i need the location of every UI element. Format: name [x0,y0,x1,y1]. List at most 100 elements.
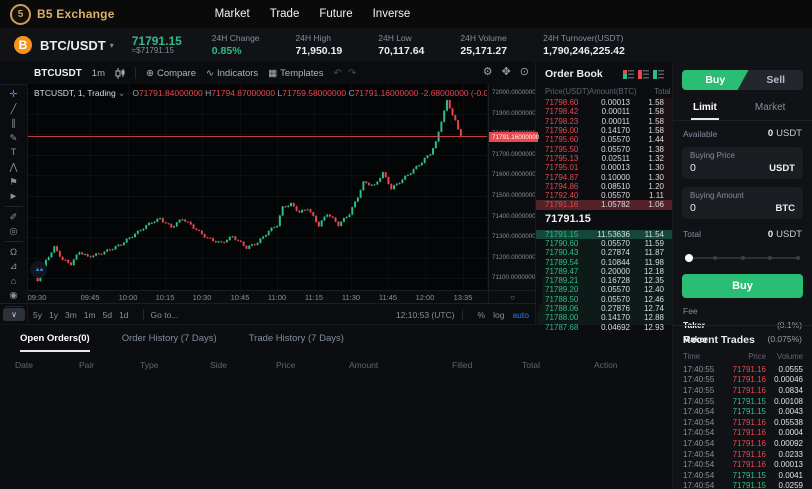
lock-tool-icon[interactable]: ⌂ [4,275,24,289]
slider-dot[interactable] [796,256,800,260]
orderbook-bid-row[interactable]: 71789.540.1084411.98 [536,257,672,266]
orderbook-ask-row[interactable]: 71792.400.055701.11 [536,191,672,200]
sell-tab[interactable]: Sell [749,70,803,90]
orderbook-bid-row[interactable]: 71789.470.2000012.18 [536,267,672,276]
orderbook-bid-row[interactable]: 71791.1511.5363611.54 [536,230,672,239]
nav-item-trade[interactable]: Trade [270,8,300,20]
scale-button-%[interactable]: % [478,310,486,320]
orderbook-ask-row[interactable]: 71795.600.055701.44 [536,135,672,144]
buying-price-value[interactable]: 0 [690,162,696,174]
range-button-1y[interactable]: 1y [49,310,58,320]
fee-label: Fee [673,298,812,316]
orderbook-ask-row[interactable]: 71798.420.000111.58 [536,107,672,116]
nav-item-future[interactable]: Future [319,8,352,20]
orderbook-bid-row[interactable]: 71787.680.0469212.93 [536,323,672,332]
indicators-button[interactable]: ∿Indicators [206,68,258,79]
buy-button[interactable]: Buy [682,274,803,298]
buying-amount-field[interactable]: Buying Amount 0BTC [682,187,803,219]
magnet-tool-icon[interactable]: Ω [4,245,24,259]
settings-icon[interactable]: ⚙ [483,65,493,78]
pattern-tool-icon[interactable]: ⋀ [4,161,24,175]
templates-button[interactable]: ▦Templates [268,68,323,79]
orders-tab[interactable]: Order History (7 Days) [122,333,217,352]
snapshot-icon[interactable]: ⊙ [520,65,529,78]
orderbook-ask-row[interactable]: 71794.860.085101.20 [536,182,672,191]
orderbook-bid-row[interactable]: 71788.000.1417012.88 [536,313,672,322]
slider-knob[interactable] [685,254,693,262]
parallel-channel-tool-icon[interactable]: ∥ [4,117,24,131]
timezone-clock-icon[interactable]: ○ [488,290,536,304]
crosshair-tool-icon[interactable]: ✛ [4,88,24,102]
trendline-tool-icon[interactable]: ╱ [4,103,24,117]
orderbook-bid-row[interactable]: 71789.210.1672812.35 [536,276,672,285]
chevron-down-icon[interactable]: ▾ [110,41,114,50]
tab-limit[interactable]: Limit [691,96,719,120]
orderbook-bid-row[interactable]: 71788.060.2787612.74 [536,304,672,313]
candle-style-icon[interactable] [115,68,125,79]
clock-label[interactable]: 12:10:53 (UTC) [396,310,455,320]
buying-price-field[interactable]: Buying Price 0USDT [682,147,803,179]
orders-tab[interactable]: Open Orders(0) [20,333,90,352]
drawing-mode-tool-icon[interactable]: ⊿ [4,260,24,274]
range-button-1d[interactable]: 1d [119,310,128,320]
orderbook-ask-row[interactable]: 71795.130.025111.32 [536,154,672,163]
zoom-in-tool-icon[interactable]: ◎ [4,225,24,239]
orderbook-bid-row[interactable]: 71790.600.0557011.59 [536,239,672,248]
order-book-mid-price[interactable]: 71791.15 [536,210,672,230]
redo-icon[interactable]: ↷ [348,68,356,79]
measure-tool-icon[interactable]: ✐ [4,210,24,224]
text-tool-icon[interactable]: T [4,146,24,160]
orderbook-bid-row[interactable]: 71789.200.0557012.40 [536,285,672,294]
time-axis[interactable]: 09:3009:4510:0010:1510:3010:4511:0011:15… [28,290,487,304]
scale-button-log[interactable]: log [493,310,504,320]
compare-button[interactable]: ⊕Compare [146,68,196,79]
brand-logo[interactable]: 5 B5 Exchange [10,4,115,25]
scale-button-auto[interactable]: auto [512,310,529,320]
orderbook-ask-row[interactable]: 71798.600.000131.58 [536,98,672,107]
orders-column-filled: Filled [452,360,522,370]
buying-amount-value[interactable]: 0 [690,202,696,214]
arrow-tool-icon[interactable]: ► [4,190,24,204]
book-view-both-icon[interactable] [623,70,634,79]
range-button-5d[interactable]: 5d [103,310,112,320]
fullscreen-icon[interactable]: ✥ [502,65,511,78]
undo-icon[interactable]: ↶ [333,68,341,79]
orders-tab[interactable]: Trade History (7 Days) [249,333,344,352]
range-button-1m[interactable]: 1m [84,310,96,320]
slider-dot[interactable] [768,256,772,260]
goto-button[interactable]: Go to... [151,310,179,320]
orderbook-ask-row[interactable]: 71798.230.000111.58 [536,117,672,126]
nav-item-inverse[interactable]: Inverse [373,8,411,20]
orderbook-ask-row[interactable]: 71791.161.057821.06 [536,200,672,209]
slider-dot[interactable] [741,256,745,260]
orderbook-bid-row[interactable]: 71788.500.0557012.46 [536,295,672,304]
orderbook-bid-row[interactable]: 71790.430.2787411.87 [536,248,672,257]
orderbook-ask-row[interactable]: 71794.870.100001.30 [536,172,672,181]
orderbook-ask-row[interactable]: 71795.010.000131.30 [536,163,672,172]
time-axis-label: 12:00 [416,293,435,302]
buy-tab[interactable]: Buy [682,70,749,90]
price-axis-label: 71100.00000000 [492,274,539,281]
price-axis[interactable]: 71791.16000000 72000.0000000071900.00000… [488,84,536,290]
nav-item-market[interactable]: Market [215,8,250,20]
book-view-bids-icon[interactable] [653,70,664,79]
amount-slider[interactable] [687,252,798,264]
collapse-toolbar-button[interactable]: ∨ [3,308,25,321]
tab-market[interactable]: Market [753,96,788,120]
visibility-tool-icon[interactable]: ◉ [4,289,24,303]
time-axis-label: 10:15 [156,293,175,302]
ticker-stats: 24H Change0.85%24H High71,950.1924H Low7… [212,33,625,57]
brush-tool-icon[interactable]: ✎ [4,132,24,146]
chart-canvas[interactable]: BTCUSDT, 1, Trading ⌄ O71791.84000000 H7… [28,84,487,290]
orders-column-pair: Pair [79,360,140,370]
range-button-5y[interactable]: 5y [33,310,42,320]
orderbook-ask-row[interactable]: 71795.500.055701.38 [536,144,672,153]
slider-dot[interactable] [713,256,717,260]
book-view-asks-icon[interactable] [638,70,649,79]
interval-button[interactable]: 1m [92,68,105,79]
orderbook-ask-row[interactable]: 71796.000.141701.58 [536,126,672,135]
pair-selector[interactable]: BTC/USDT [40,38,106,53]
forecast-tool-icon[interactable]: ⚑ [4,175,24,189]
range-button-3m[interactable]: 3m [65,310,77,320]
orders-columns: DatePairTypeSidePriceAmountFilledTotalAc… [0,352,672,370]
